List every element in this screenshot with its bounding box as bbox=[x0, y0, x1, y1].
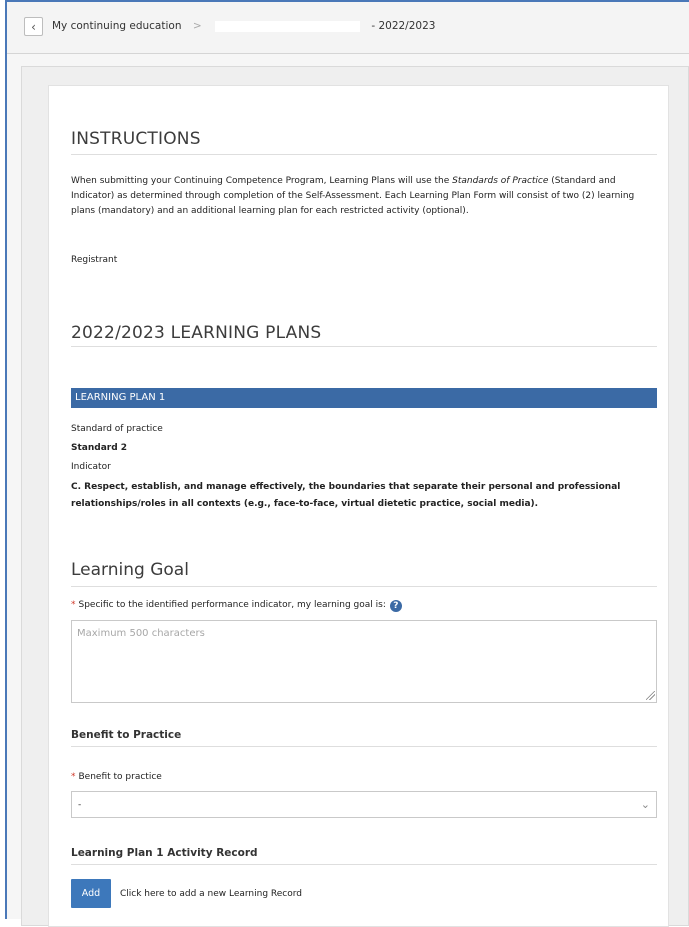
learning-goal-input[interactable] bbox=[71, 620, 657, 703]
learning-plan-form: INSTRUCTIONS When submitting your Contin… bbox=[48, 85, 669, 927]
instructions-text-part1: When submitting your Continuing Competen… bbox=[71, 176, 453, 186]
content-panel: INSTRUCTIONS When submitting your Contin… bbox=[21, 66, 689, 927]
divider bbox=[71, 586, 657, 587]
indicator-value: C. Respect, establish, and manage effect… bbox=[71, 482, 621, 509]
activity-record-title: Learning Plan 1 Activity Record bbox=[71, 847, 258, 859]
instructions-text: When submitting your Continuing Competen… bbox=[71, 174, 661, 219]
learning-goal-prompt: * Specific to the identified performance … bbox=[71, 600, 402, 612]
divider bbox=[71, 154, 657, 155]
benefit-selected-value: - bbox=[78, 800, 82, 810]
benefit-label: * Benefit to practice bbox=[71, 772, 162, 782]
instructions-title: INSTRUCTIONS bbox=[71, 129, 201, 149]
standard-label: Standard of practice bbox=[71, 424, 163, 434]
divider bbox=[71, 746, 657, 747]
breadcrumb-separator: > bbox=[192, 20, 202, 32]
learning-plan-1-header: LEARNING PLAN 1 bbox=[71, 388, 657, 408]
add-record-hint: Click here to add a new Learning Record bbox=[120, 889, 303, 899]
app-frame: ‹ My continuing education > - 2022/2023 … bbox=[5, 0, 689, 927]
back-button[interactable]: ‹ bbox=[24, 17, 43, 36]
indicator-label: Indicator bbox=[71, 462, 111, 472]
resize-handle[interactable] bbox=[646, 691, 655, 700]
benefit-label-text: Benefit to practice bbox=[78, 772, 162, 782]
registrant-label: Registrant bbox=[71, 255, 118, 265]
breadcrumb-bar: ‹ My continuing education > - 2022/2023 bbox=[7, 2, 689, 54]
breadcrumb: My continuing education > - 2022/2023 bbox=[52, 20, 435, 32]
benefit-select[interactable]: - ⌄ bbox=[71, 791, 657, 818]
chevron-left-icon: ‹ bbox=[31, 19, 36, 34]
breadcrumb-current: - 2022/2023 bbox=[371, 20, 436, 32]
standard-value: Standard 2 bbox=[71, 443, 128, 453]
add-record-button[interactable]: Add bbox=[71, 879, 111, 908]
required-marker: * bbox=[71, 772, 76, 782]
learning-goal-title: Learning Goal bbox=[71, 560, 189, 580]
redacted-region bbox=[214, 20, 360, 32]
required-marker: * bbox=[71, 600, 76, 610]
divider bbox=[71, 346, 657, 347]
learning-plans-title: 2022/2023 LEARNING PLANS bbox=[71, 323, 322, 343]
benefit-title: Benefit to Practice bbox=[71, 729, 182, 741]
learning-goal-prompt-text: Specific to the identified performance i… bbox=[78, 600, 386, 610]
divider bbox=[71, 864, 657, 865]
help-icon[interactable]: ? bbox=[389, 600, 402, 612]
breadcrumb-root-link[interactable]: My continuing education bbox=[52, 20, 181, 32]
instructions-text-italic: Standards of Practice bbox=[452, 176, 549, 186]
chevron-down-icon: ⌄ bbox=[640, 798, 650, 811]
